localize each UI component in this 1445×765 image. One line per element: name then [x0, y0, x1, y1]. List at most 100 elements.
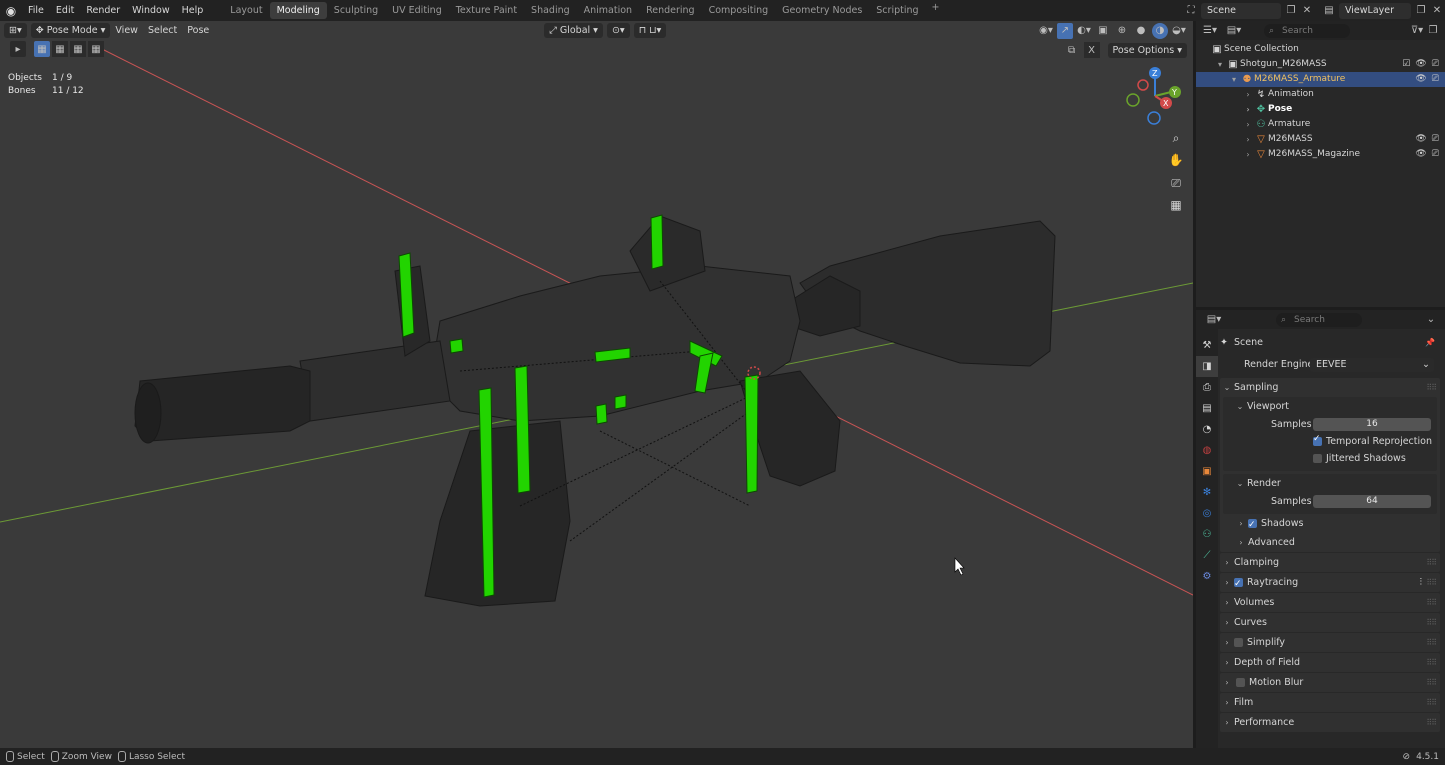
outliner-item-armature-data[interactable]: › ⚇ Armature: [1196, 117, 1445, 132]
menu-edit[interactable]: Edit: [50, 0, 80, 21]
depth-of-field-panel[interactable]: › Depth of Field ⠿⠿: [1220, 653, 1440, 672]
pose-options-dropdown[interactable]: Pose Options ▾: [1107, 42, 1187, 58]
chevron-right-icon[interactable]: ›: [1242, 102, 1254, 117]
motion-blur-checkbox[interactable]: [1236, 678, 1245, 687]
jittered-shadows-checkbox[interactable]: [1313, 454, 1322, 463]
view-layer-selector[interactable]: ViewLayer: [1339, 2, 1411, 19]
tab-sculpting[interactable]: Sculpting: [327, 2, 385, 19]
transform-orientation-dropdown[interactable]: ⤢ Global ▾: [544, 23, 603, 38]
tab-layout[interactable]: Layout: [223, 2, 269, 19]
pivot-point-dropdown[interactable]: ⊙▾: [606, 23, 630, 38]
physics-tab-icon[interactable]: ◎: [1196, 503, 1218, 524]
render-samples-field[interactable]: 64: [1313, 495, 1431, 508]
options-chevron-icon[interactable]: ⌄: [1423, 312, 1439, 328]
chevron-right-icon[interactable]: ›: [1242, 87, 1254, 102]
new-collection-icon[interactable]: ❐: [1425, 23, 1441, 39]
outliner-item-animation[interactable]: › ↯ Animation: [1196, 87, 1445, 102]
3d-viewport[interactable]: Z Y X ⊞▾ ✥ Pose Mode ▾ View Select Pose ⤢ G…: [0, 21, 1193, 748]
display-mode-icon[interactable]: ▤▾: [1226, 23, 1242, 39]
object-data-tab-icon[interactable]: ⚇: [1196, 524, 1218, 545]
view-layer-tab-icon[interactable]: ▤: [1196, 398, 1218, 419]
solid-shading-icon[interactable]: ●: [1133, 23, 1149, 39]
eye-icon[interactable]: 👁: [1415, 57, 1426, 72]
viewport-samples-field[interactable]: 16: [1313, 418, 1431, 431]
world-tab-icon[interactable]: ◍: [1196, 440, 1218, 461]
select-subtract-icon[interactable]: ▦: [70, 41, 86, 57]
performance-panel[interactable]: › Performance ⠿⠿: [1220, 713, 1440, 732]
scene-icon[interactable]: ⛶: [1183, 3, 1199, 19]
wireframe-shading-icon[interactable]: ⊕: [1114, 23, 1130, 39]
outliner-item-pose[interactable]: › ✥ Pose: [1196, 102, 1445, 117]
clamping-panel[interactable]: › Clamping ⠿⠿: [1220, 553, 1440, 572]
presets-icon[interactable]: ⫶: [1420, 573, 1422, 592]
select-tool-icon[interactable]: ▸: [10, 41, 26, 57]
simplify-panel[interactable]: › Simplify ⠿⠿: [1220, 633, 1440, 652]
editor-type-button[interactable]: ⊞▾: [4, 23, 27, 38]
jittered-shadows-row[interactable]: Jittered Shadows: [1223, 450, 1437, 467]
eye-icon[interactable]: 👁: [1415, 72, 1426, 87]
tab-geometry-nodes[interactable]: Geometry Nodes: [775, 2, 869, 19]
menu-select[interactable]: Select: [143, 25, 182, 36]
properties-search-input[interactable]: ⌕ Search: [1276, 312, 1362, 327]
simplify-checkbox[interactable]: [1234, 638, 1243, 647]
hand-pan-icon[interactable]: ✋: [1166, 150, 1186, 170]
add-workspace-button[interactable]: +: [926, 2, 946, 19]
tab-shading[interactable]: Shading: [524, 2, 577, 19]
outliner-item-scene-collection[interactable]: ▣ Scene Collection: [1196, 42, 1445, 57]
film-panel[interactable]: › Film ⠿⠿: [1220, 693, 1440, 712]
curves-panel[interactable]: › Curves ⠿⠿: [1220, 613, 1440, 632]
zoom-icon[interactable]: ⌕: [1166, 128, 1186, 148]
tab-compositing[interactable]: Compositing: [702, 2, 776, 19]
menu-window[interactable]: Window: [126, 0, 175, 21]
mode-selector[interactable]: ✥ Pose Mode ▾: [30, 23, 111, 38]
outliner-item-shotgun-collection[interactable]: ▾ ▣ Shotgun_M26MASS ☑ 👁 ⎚: [1196, 57, 1445, 72]
rendered-shading-icon[interactable]: ◒▾: [1171, 23, 1187, 39]
network-off-icon[interactable]: ⊘: [1403, 752, 1411, 762]
scene-selector[interactable]: Scene: [1201, 2, 1281, 19]
camera-icon[interactable]: ⎚: [1432, 147, 1439, 162]
tab-uv-editing[interactable]: UV Editing: [385, 2, 449, 19]
material-shading-icon[interactable]: ◑: [1152, 22, 1168, 39]
scene-tab-icon[interactable]: ◔: [1196, 419, 1218, 440]
advanced-subpanel[interactable]: › Advanced: [1220, 533, 1440, 552]
pin-icon[interactable]: 📌: [1425, 333, 1435, 352]
outliner-item-m26mass-magazine[interactable]: › ▽ M26MASS_Magazine 👁 ⎚: [1196, 147, 1445, 162]
eye-icon[interactable]: 👁: [1415, 147, 1426, 162]
gizmo-toggle-icon[interactable]: ↗: [1057, 22, 1073, 39]
select-extend-icon[interactable]: ▦: [52, 41, 68, 57]
snap-toggle[interactable]: ⊓ ⊔▾: [633, 23, 667, 38]
tab-scripting[interactable]: Scripting: [869, 2, 925, 19]
sampling-render-header[interactable]: ⌄ Render: [1223, 474, 1437, 493]
blender-logo-icon[interactable]: ◉: [0, 0, 22, 21]
camera-icon[interactable]: ⎚: [1432, 72, 1439, 87]
chevron-down-icon[interactable]: ▾: [1228, 72, 1240, 87]
sampling-header[interactable]: ⌄ Sampling ⠿⠿: [1220, 378, 1440, 397]
new-scene-icon[interactable]: ❐: [1283, 3, 1299, 19]
tab-rendering[interactable]: Rendering: [639, 2, 702, 19]
outliner-item-armature[interactable]: ▾ ⚉ M26MASS_Armature 👁 ⎚: [1196, 72, 1445, 87]
chevron-right-icon[interactable]: ›: [1242, 147, 1254, 162]
chevron-right-icon[interactable]: ›: [1242, 117, 1254, 132]
menu-view[interactable]: View: [110, 25, 143, 36]
menu-file[interactable]: File: [22, 0, 50, 21]
delete-view-layer-icon[interactable]: ✕: [1429, 3, 1445, 19]
chevron-down-icon[interactable]: ▾: [1214, 57, 1226, 72]
tab-modeling[interactable]: Modeling: [269, 2, 327, 19]
xray-toggle-icon[interactable]: ▣: [1095, 23, 1111, 39]
tab-texture-paint[interactable]: Texture Paint: [449, 2, 524, 19]
raytracing-checkbox[interactable]: [1234, 575, 1243, 594]
x-mirror-toggle[interactable]: X: [1083, 42, 1100, 58]
overlay-toggle-icon[interactable]: ◐▾: [1076, 23, 1092, 39]
chevron-right-icon[interactable]: ›: [1242, 132, 1254, 147]
camera-icon[interactable]: ⎚: [1432, 57, 1439, 72]
sampling-viewport-header[interactable]: ⌄ Viewport: [1223, 397, 1437, 416]
outliner-search-input[interactable]: ⌕ Search: [1264, 23, 1350, 38]
outliner-editor-type-icon[interactable]: ☰▾: [1202, 23, 1218, 39]
select-intersect-icon[interactable]: ▦: [88, 41, 104, 57]
modifier-tab-icon[interactable]: ✻: [1196, 482, 1218, 503]
render-tab-icon[interactable]: ◨: [1196, 356, 1218, 377]
tool-tab-icon[interactable]: ⚒: [1196, 335, 1218, 356]
camera-icon[interactable]: ⎚: [1166, 173, 1186, 193]
output-tab-icon[interactable]: ⎙: [1196, 377, 1218, 398]
camera-icon[interactable]: ⎚: [1432, 132, 1439, 147]
